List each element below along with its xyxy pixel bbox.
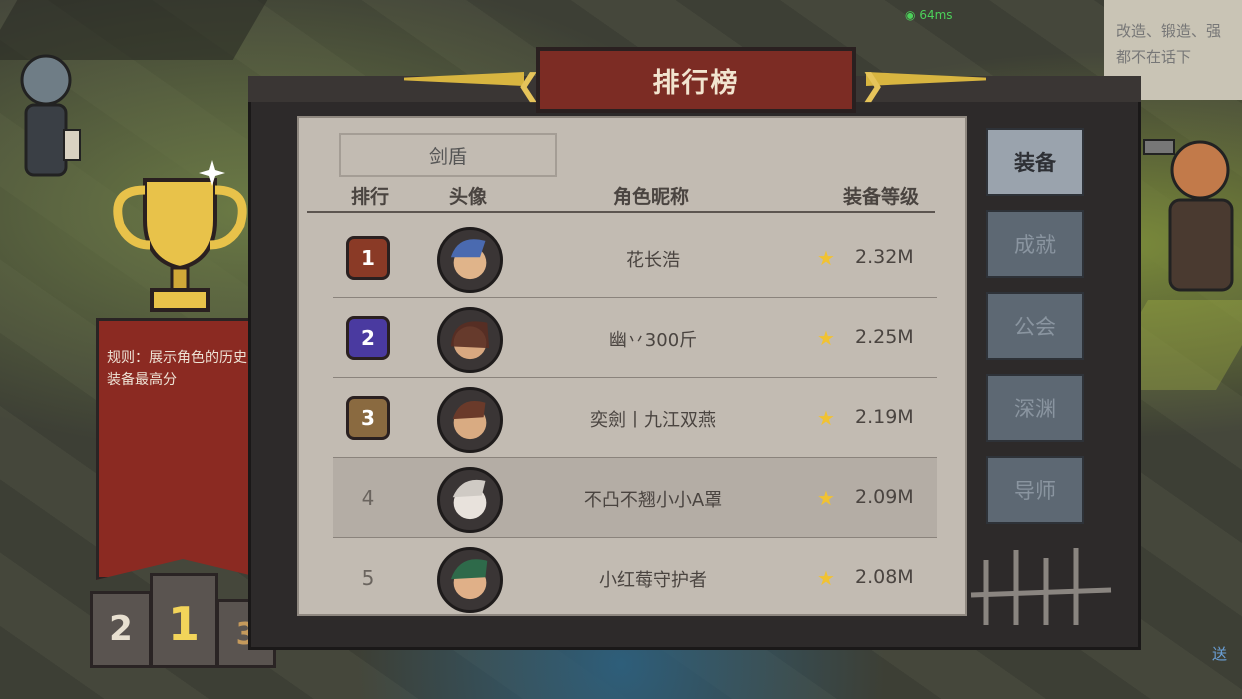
rules-banner: 规则：展示角色的历史装备最高分 [96,318,270,580]
table-row[interactable]: 4 不凸不翘小小A罩 ★ 2.09M [333,458,937,538]
tab-mentor[interactable]: 导师 [986,456,1084,524]
rank-number: 2 [361,326,375,350]
star-icon: ★ [817,326,835,350]
fence-decoration [970,548,1112,625]
star-icon: ★ [817,486,835,510]
header-divider [307,211,935,213]
class-filter-tab[interactable]: 剑盾 [339,133,557,177]
rank-badge-silver: 2 [335,316,401,360]
avatar[interactable] [437,227,503,293]
rank-number: 5 [361,566,375,590]
score-value: 2.09M [855,486,914,508]
rank-badge: 3 [346,396,390,440]
podium-first: 1 [150,573,218,668]
rules-text: 规则：展示角色的历史装备最高分 [107,350,247,388]
rank-number: 3 [361,406,375,430]
rank-number: 4 [361,486,375,510]
chevron-right-icon: ❯ [860,68,886,103]
score-value: 2.19M [855,406,914,428]
score-value: 2.25M [855,326,914,348]
score-value: 2.08M [855,566,914,588]
table-row[interactable]: 5 小红莓守护者 ★ 2.08M [333,538,937,618]
column-header-score: 装备等级 [843,186,920,208]
rank-badge-bronze: 3 [335,396,401,440]
star-icon: ★ [817,406,835,430]
star-icon: ★ [817,566,835,590]
avatar[interactable] [437,467,503,533]
player-name: 奕劍丨九江双燕 [590,410,716,431]
avatar[interactable] [437,547,503,613]
player-name: 幽丷300斤 [608,330,698,351]
trophy-icon [113,160,247,312]
avatar[interactable] [437,387,503,453]
title-ribbon: 排行榜 [536,47,856,113]
table-row[interactable]: 2 幽丷300斤 ★ 2.25M [333,298,937,378]
rank-badge: 2 [346,316,390,360]
tab-equipment[interactable]: 装备 [986,128,1084,196]
network-ping: ◉ 64ms [905,8,953,22]
corner-text: 送 [1212,645,1228,663]
podium-second: 2 [90,591,152,668]
rank-badge: 1 [346,236,390,280]
column-header-rank: 排行 [351,186,390,208]
wifi-icon: ◉ [905,8,916,22]
ping-value: 64ms [919,8,953,22]
leaderboard-panel: 剑盾 排行 头像 角色昵称 装备等级 1 花长浩 ★ 2.32M 2 幽丷300… [297,116,967,616]
npc-character-right [1143,139,1234,292]
tab-abyss[interactable]: 深渊 [986,374,1084,442]
column-header-name: 角色昵称 [613,186,690,208]
star-icon: ★ [817,246,835,270]
tab-achievement[interactable]: 成就 [986,210,1084,278]
background-note-line: 都不在话下 [1116,48,1192,66]
tab-guild[interactable]: 公会 [986,292,1084,360]
page-title: 排行榜 [652,67,740,99]
rank-badge-gold: 1 [335,236,401,280]
background-note-line: 改造、锻造、强 [1116,22,1222,40]
table-row[interactable]: 1 花长浩 ★ 2.32M [333,218,937,298]
column-header-avatar: 头像 [449,186,488,208]
table-row[interactable]: 3 奕劍丨九江双燕 ★ 2.19M [333,378,937,458]
npc-character-left [20,54,81,177]
score-value: 2.32M [855,246,914,268]
rank-number: 1 [361,246,375,270]
player-name: 小红莓守护者 [599,570,707,591]
player-name: 不凸不翘小小A罩 [583,490,723,511]
player-name: 花长浩 [626,250,680,271]
avatar[interactable] [437,307,503,373]
